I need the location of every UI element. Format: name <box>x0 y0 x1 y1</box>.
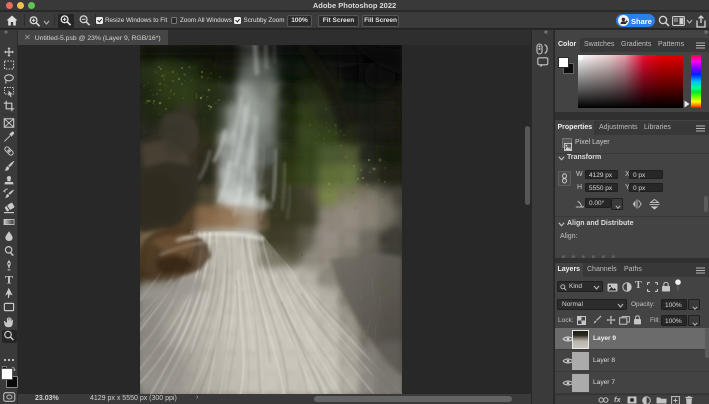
svg-text:T: T <box>5 273 13 285</box>
